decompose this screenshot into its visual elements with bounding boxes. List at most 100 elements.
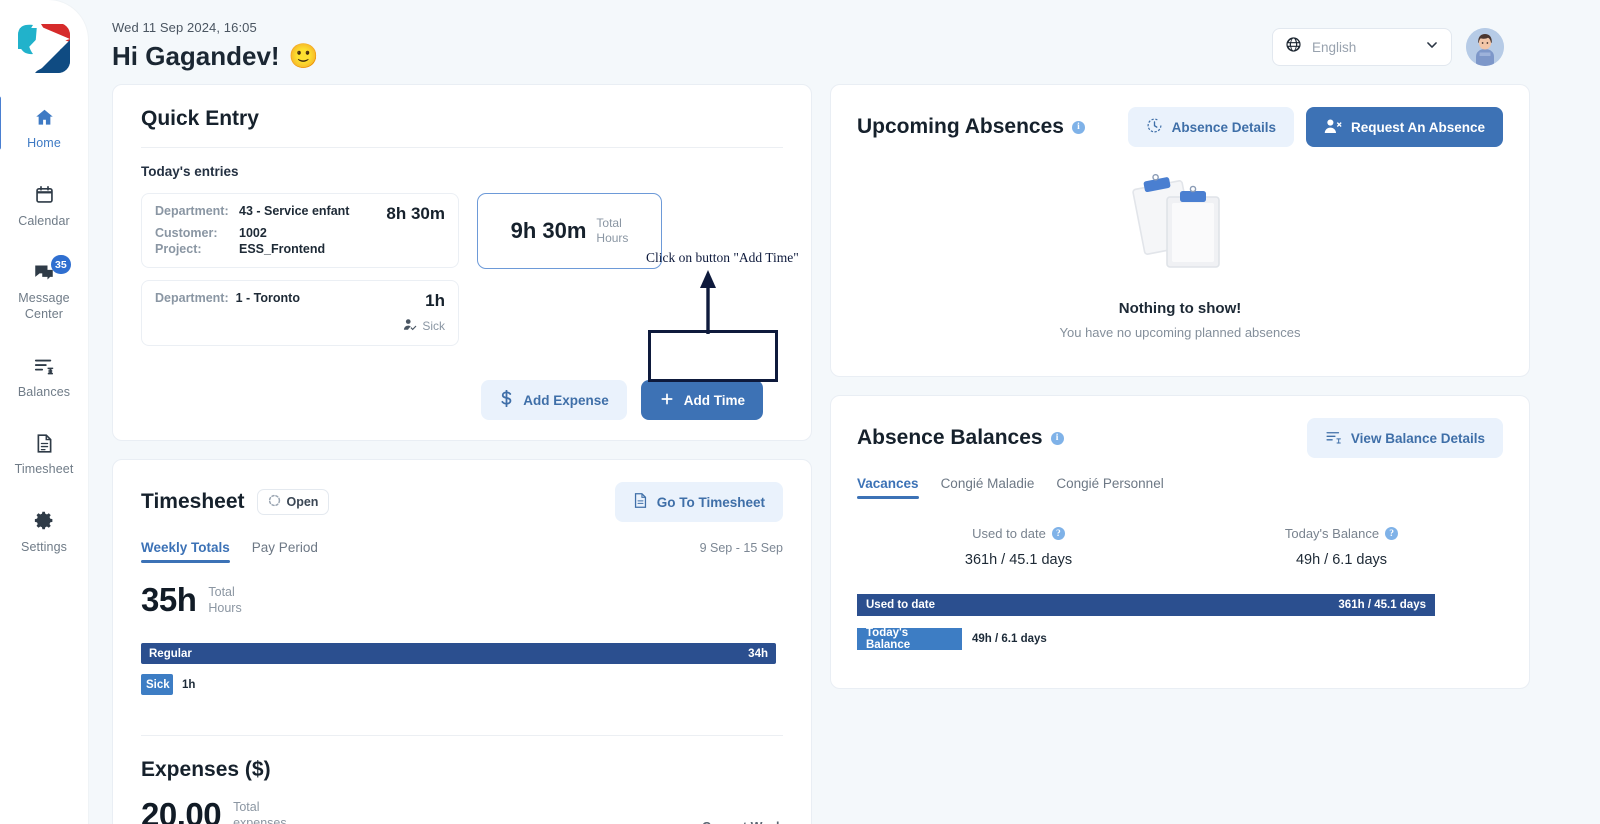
expenses-section: Expenses ($) 20.00 Total expenses Curren… [113, 735, 811, 824]
language-value: English [1312, 39, 1357, 55]
entry-list: Department: 43 - Service enfant 8h 30m C… [141, 193, 459, 358]
bar-row: Used to date 361h / 45.1 days [857, 594, 1503, 616]
entry-field-label: Project: [155, 242, 202, 256]
divider [141, 147, 783, 148]
bar-row: Regular 34h [141, 643, 783, 664]
entry-card[interactable]: Department: 1 - Toronto 1h Sick [141, 280, 459, 346]
timesheet-card: Timesheet Open Go To Timesheet Weekly To… [112, 459, 812, 824]
bar-todays-balance: Today's Balance [857, 627, 962, 651]
sidebar-item-label: Balances [17, 384, 71, 399]
sidebar-item-label: Timesheet [14, 462, 74, 477]
clipboards-illustration [1132, 173, 1220, 268]
sidebar-item-settings[interactable]: Settings [0, 498, 88, 564]
stat-value: 361h / 45.1 days [964, 552, 1073, 568]
sidebar-item-message-center[interactable]: 35 Message Center [0, 249, 88, 330]
timesheet-title: Timesheet [141, 490, 245, 513]
dollar-icon [499, 389, 514, 410]
sidebar-nav: Home Calendar 35 Message Center Balances… [0, 94, 88, 563]
avatar[interactable] [1466, 28, 1504, 66]
total-label-line1: Total [208, 584, 235, 599]
go-to-timesheet-button[interactable]: Go To Timesheet [614, 482, 783, 522]
absence-details-button[interactable]: Absence Details [1127, 107, 1294, 147]
help-icon[interactable]: ? [1051, 527, 1065, 540]
stat-label: Today's Balance [1284, 526, 1380, 541]
sidebar-item-home[interactable]: Home [0, 94, 88, 160]
expenses-total-row: 20.00 Total expenses Current Week [141, 796, 783, 824]
message-badge: 35 [51, 255, 71, 275]
bar-row: Sick 1h [141, 674, 783, 695]
expenses-total-wrap: 20.00 Total expenses [141, 796, 287, 824]
stat-label-wrap: Today's Balance ? [1284, 526, 1399, 541]
absence-balance-tabs: Vacances Congié Maladie Congié Personnel [857, 476, 1503, 499]
add-expense-button[interactable]: Add Expense [481, 380, 627, 420]
view-balance-details-button[interactable]: View Balance Details [1306, 418, 1503, 458]
total-hours-label: Total Hours [596, 216, 628, 246]
clock-icon [1146, 117, 1163, 137]
entry-hours: 8h 30m [386, 204, 445, 223]
bar-value: 1h [182, 678, 196, 691]
entry-field-label: Department: [155, 204, 229, 218]
help-icon[interactable]: ? [1385, 527, 1399, 540]
absence-balances-title-wrap: Absence Balances i [857, 426, 1064, 450]
absence-balances-card: Absence Balances i View Balance Details [830, 395, 1530, 689]
upcoming-absences-header: Upcoming Absences i Absence Details Requ… [857, 107, 1503, 147]
expenses-total-label: Total expenses [233, 799, 287, 824]
entry-field-value: ESS_Frontend [239, 242, 326, 256]
total-label-line2: Hours [596, 231, 629, 245]
add-expense-label: Add Expense [523, 392, 609, 408]
list-icon [1325, 429, 1342, 448]
sidebar-item-balances[interactable]: Balances [0, 343, 88, 409]
left-column: Quick Entry Today's entries Department: … [112, 84, 812, 824]
info-icon[interactable]: i [1071, 120, 1085, 134]
status-badge-label: Open [286, 495, 319, 509]
status-badge: Open [256, 489, 330, 515]
dashboard-columns: Quick Entry Today's entries Department: … [88, 72, 1600, 824]
bar-used-to-date: Used to date 361h / 45.1 days [857, 594, 1435, 616]
language-select[interactable]: English [1272, 28, 1452, 66]
timesheet-section: Timesheet Open Go To Timesheet Weekly To… [113, 460, 811, 721]
plus-icon [659, 391, 675, 410]
sidebar-item-label: Settings [21, 539, 67, 554]
bar-row: Today's Balance 49h / 6.1 days [857, 627, 1503, 651]
topbar-right: English [1272, 20, 1504, 66]
absence-balances-title: Absence Balances [857, 426, 1043, 449]
smiley-icon: 🙂 [288, 42, 319, 70]
sidebar-item-timesheet[interactable]: Timesheet [0, 420, 88, 486]
add-time-button[interactable]: Add Time [640, 380, 763, 420]
current-datetime: Wed 11 Sep 2024, 16:05 [112, 20, 257, 35]
bar-label: Today's Balance [866, 627, 911, 651]
total-hours-value: 9h 30m [510, 218, 587, 243]
timesheet-title-wrap: Timesheet Open [141, 489, 330, 515]
info-icon[interactable]: i [1050, 431, 1064, 445]
tab-pay-period[interactable]: Pay Period [252, 540, 318, 563]
greeting-block: Wed 11 Sep 2024, 16:05 Hi Gagandev! 🙂 [112, 20, 318, 72]
sidebar-item-calendar[interactable]: Calendar [0, 172, 88, 238]
timesheet-total-value: 35h [141, 581, 197, 618]
chevron-down-icon [1425, 38, 1439, 57]
total-label-line1: Total [233, 799, 260, 814]
entry-field-value: 1002 [239, 226, 267, 240]
page-title: Hi Gagandev! 🙂 [112, 41, 318, 72]
entry-card[interactable]: Department: 43 - Service enfant 8h 30m C… [141, 193, 459, 268]
total-hours-box: 9h 30m Total Hours [477, 193, 662, 269]
absence-balance-stats: Used to date ? 361h / 45.1 days Today's … [857, 525, 1503, 568]
bar-label: Sick [146, 678, 170, 691]
tab-congie-maladie[interactable]: Congié Maladie [941, 476, 1035, 499]
empty-state-title: Nothing to show! [1118, 300, 1242, 317]
annotation-text: Click on button "Add Time" [646, 250, 799, 265]
entry-field-value: 1 - Toronto [235, 291, 300, 305]
tab-weekly-totals[interactable]: Weekly Totals [141, 540, 230, 563]
bar-sick: Sick [141, 674, 173, 695]
request-absence-button[interactable]: Request An Absence [1305, 107, 1503, 147]
bar-value: 34h [748, 647, 768, 660]
tab-vacances[interactable]: Vacances [857, 476, 919, 499]
bar-regular: Regular 34h [141, 643, 776, 664]
entry-field-label: Department: [155, 291, 229, 305]
divider [141, 735, 783, 736]
absence-details-label: Absence Details [1171, 119, 1276, 135]
empty-state: Nothing to show! You have no upcoming pl… [857, 147, 1503, 350]
tab-congie-personnel[interactable]: Congié Personnel [1056, 476, 1163, 499]
timesheet-icon [35, 430, 54, 456]
timesheet-total-label: Total Hours [208, 584, 241, 617]
sidebar-item-label: Home [27, 136, 61, 150]
